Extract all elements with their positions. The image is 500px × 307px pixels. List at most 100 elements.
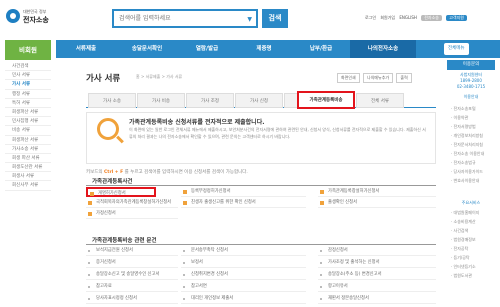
login-link[interactable]: 로그인 (365, 15, 376, 20)
breadcrumb: 홈 > 서류제출 > 가사 서류 (136, 74, 183, 79)
sidebar-item[interactable]: 행정 서류 (5, 90, 51, 99)
category-tabs: 가사 소송 가사 비송 가사 조정 가사 신청 과태료/감치 가족관계등록비송 … (86, 91, 436, 109)
sidebar-item[interactable]: 민사 서류 (5, 71, 51, 81)
grid-item[interactable]: 대리인 개인정보 제출서 (181, 294, 306, 304)
service-link[interactable]: 법원경매정보 (447, 235, 495, 244)
sidebar-item[interactable]: 회생파산 서류 (5, 108, 51, 118)
efiling-pill[interactable]: 전자소송 (421, 15, 442, 21)
page-title: 가사 서류 (86, 74, 121, 84)
search-box: ▼ (112, 9, 258, 28)
related-documents-grid: 보석지급전원 신청서 문서송부촉탁 신청서 감정신청서 증거신청서 보정서 가사… (86, 244, 436, 307)
right-link[interactable]: 이용약관 (447, 113, 495, 122)
info-box: 가족관계등록비송 신청서류를 전자적으로 제출합니다. 이 화면에 있는 일반 … (86, 112, 436, 164)
grid-item[interactable]: 감정신청서 (318, 246, 436, 256)
right-link[interactable]: 전자소송 이용안내 (447, 149, 495, 158)
grid-item[interactable]: 친생자 출생신고를 위한 확인 신청서 (181, 198, 306, 208)
sidebar-item[interactable]: 회생사 서류 (5, 172, 51, 182)
service-link[interactable]: 사건검색 (447, 226, 495, 235)
sidebar-item[interactable]: 회생도산관 서류 (5, 163, 51, 173)
grid-item[interactable]: 증거신청서 (86, 258, 178, 268)
grid-item[interactable]: 송달장소(주소 등) 변경신고서 (318, 270, 436, 280)
service-link[interactable]: 인터넷등기소 (447, 262, 495, 271)
tab-family-mediation[interactable]: 가사 조정 (186, 93, 234, 108)
nav-item-payment[interactable]: 납부/환급 (292, 40, 350, 58)
hint-prefix: 키보드의 (86, 170, 103, 175)
info-headline: 가족관계등록비송 신청서류를 전자적으로 제출합니다. (129, 119, 265, 126)
grid-item[interactable]: 문서송부촉탁 신청서 (181, 246, 306, 256)
services-heading: 주요서비스 (461, 200, 481, 205)
hint-suffix: 를 누르고 검색어를 입력하시면 이용 신청서를 검색이 가능합니다. (124, 170, 248, 175)
sidebar-item[interactable]: 회신사무 서류 (5, 181, 51, 191)
right-link[interactable]: 전자소송법규 (447, 158, 495, 167)
right-heading: 이용문의 (447, 60, 495, 70)
grid-item[interactable]: 당사자표시정정 신청서 (86, 294, 178, 304)
search-button[interactable]: 검색 (262, 9, 288, 28)
service-link[interactable]: 소송비용계산 (447, 217, 495, 226)
site-logo[interactable]: 대한민국 정부 전자소송 (6, 7, 52, 31)
sidebar-item[interactable]: 민사집행 서류 (5, 117, 51, 127)
nav-item-submit[interactable]: 서류제출 (56, 40, 116, 58)
utility-links: 로그인 회원가입 ENGLISH 전자소송 고객지원 (365, 15, 470, 21)
add-my-menu-button[interactable]: 나의메뉴추가 (363, 73, 394, 83)
signup-link[interactable]: 회원가입 (380, 15, 395, 20)
support-pill[interactable]: 고객지원 (446, 15, 467, 21)
grid-item[interactable]: 송달장소신고 및 송달영수인 신고서 (86, 270, 178, 280)
english-link[interactable]: ENGLISH (399, 15, 417, 20)
tab-all-documents[interactable]: 전체 서류 (356, 93, 404, 108)
keyboard-hint: 키보드의 Ctrl + F 를 누르고 검색어를 입력하시면 이용 신청서를 검… (86, 169, 248, 175)
sidebar-item[interactable]: 비송 서류 (5, 126, 51, 136)
nav-item-my-efiling[interactable]: 나의전자소송 (350, 40, 416, 58)
search-input[interactable] (114, 11, 234, 26)
nav-item-certificate[interactable]: 제증명 (236, 40, 292, 58)
grid-item-name-change[interactable]: 개명허가신청서 (86, 187, 156, 197)
right-link[interactable]: 전자문서처리지침 (447, 140, 495, 149)
right-services: 주요서비스 대법원홈페이지 소송비용계산 사건검색 법원경매정보 전자공탁 등기… (447, 200, 495, 280)
service-link[interactable]: 등기/공탁 (447, 253, 495, 262)
page-tools: 화면인쇄 나의메뉴추가 출력 (335, 73, 412, 83)
sidebar-item[interactable]: 사건검색 (5, 62, 51, 72)
nav-item-delivery[interactable]: 송달문서확인 (116, 40, 178, 58)
grid-item[interactable]: 참고자료 (86, 282, 178, 292)
section-title-related-documents: 가족관계등록비송 관련 문건 (92, 238, 157, 244)
logo-line2: 전자소송 (23, 16, 49, 24)
grid-item[interactable]: 가사조정 및 출석하는 신청서 (318, 258, 436, 268)
tab-family-registration[interactable]: 가족관계등록비송 (297, 91, 355, 109)
right-links: 전자소송포털 이용약관 전자서명방법 개인정보처리방침 전자문서처리지침 전자소… (447, 104, 495, 185)
grid-item[interactable]: 출생확인 신청서 (318, 198, 436, 208)
sidebar-item-active[interactable]: 가사 서류 (5, 80, 51, 90)
section-title-family-registration: 가족관계등록사건 (92, 179, 133, 185)
tab-family-lawsuit[interactable]: 가사 소송 (88, 93, 136, 108)
grid-item[interactable]: 가족관계등록창설허가신청서 (318, 187, 436, 197)
right-link[interactable]: 개인정보처리방침 (447, 131, 495, 140)
sidebar-item[interactable]: 회생파산 서류 (5, 136, 51, 145)
sidebar-item[interactable]: 가사소송 서류 (5, 145, 51, 154)
sidebar-item[interactable]: 특허 서류 (5, 99, 51, 108)
grid-item[interactable]: 재판서 정본송달신청서 (318, 294, 436, 304)
right-link[interactable]: 변호사이용안내 (447, 176, 495, 185)
grid-item[interactable]: 가정신청서 (86, 209, 178, 219)
right-link[interactable]: 당사자이용가이드 (447, 167, 495, 176)
print-button[interactable]: 출력 (396, 73, 412, 83)
service-link[interactable]: 법원도서관 (447, 271, 495, 280)
hint-key: Ctrl + F (104, 170, 124, 175)
grid-item[interactable]: 보석지급전원 신청서 (86, 246, 178, 256)
grid-item[interactable]: 등록부정정허가신청서 (181, 187, 306, 197)
sidebar-item[interactable]: 회생 파산 서류 (5, 154, 51, 164)
tab-family-noncontentious[interactable]: 가사 비송 (137, 93, 185, 108)
right-link[interactable]: 전자서명방법 (447, 122, 495, 131)
sidebar-menu: 사건검색 민사 서류 가사 서류 행정 서류 특허 서류 회생파산 서류 민사집… (5, 62, 51, 191)
chevron-down-icon[interactable]: ▼ (247, 16, 252, 23)
grid-item[interactable]: 참고서면 (181, 282, 306, 292)
service-link[interactable]: 대법원홈페이지 (447, 208, 495, 217)
contact-phone-2: 02-3480-1715 (456, 84, 486, 89)
nav-item-view[interactable]: 열람/발급 (178, 40, 236, 58)
right-link[interactable]: 전자소송포털 (447, 104, 495, 113)
grid-item[interactable]: 항고이유서 (318, 282, 436, 292)
tab-family-application[interactable]: 가사 신청 (235, 93, 283, 108)
grid-item[interactable]: 신청취지변경 신청서 (181, 270, 306, 280)
all-menu-button[interactable]: 전체메뉴 (444, 43, 469, 55)
service-link[interactable]: 전자공탁 (447, 244, 495, 253)
print-screen-button[interactable]: 화면인쇄 (337, 73, 360, 83)
grid-item[interactable]: 국적회복자의가족관계등록창설허가신청서 (86, 198, 178, 208)
grid-item[interactable]: 보정서 (181, 258, 306, 268)
